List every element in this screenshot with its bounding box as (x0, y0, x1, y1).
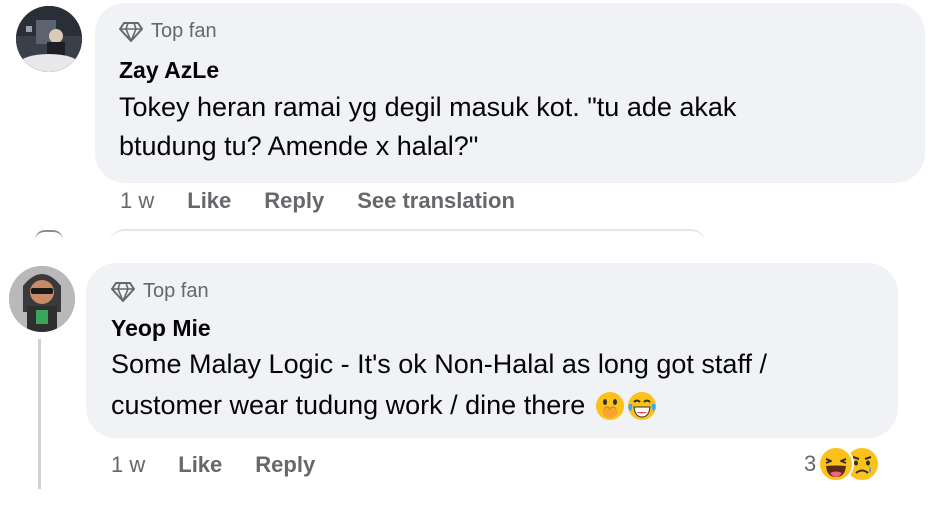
collapsed-avatar-edge (35, 230, 63, 240)
comment-actions: 1 w Like Reply See translation (120, 188, 515, 214)
comment-timestamp[interactable]: 1 w (111, 452, 145, 478)
like-button[interactable]: Like (178, 452, 222, 478)
reply-button[interactable]: Reply (264, 188, 324, 214)
avatar-image (16, 6, 82, 72)
comment-timestamp[interactable]: 1 w (120, 188, 154, 214)
face-with-tears-of-joy-emoji (627, 391, 657, 421)
top-fan-badge: Top fan (119, 20, 217, 43)
like-button[interactable]: Like (187, 188, 231, 214)
diamond-icon (119, 21, 143, 43)
comment-actions: 1 w Like Reply (111, 452, 315, 478)
badge-label: Top fan (143, 280, 209, 302)
reaction-summary[interactable]: 3 (804, 446, 881, 482)
diamond-icon (111, 281, 135, 303)
avatar-image (9, 266, 75, 332)
comment-author[interactable]: Zay AzLe (119, 57, 219, 84)
top-fan-badge: Top fan (111, 280, 209, 303)
face-with-hand-over-mouth-emoji (595, 391, 625, 421)
comment-text-line: Tokey heran ramai yg degil masuk kot. "t… (119, 92, 737, 122)
avatar[interactable] (9, 266, 75, 332)
reaction-count: 3 (804, 451, 817, 476)
comment-text-line: Some Malay Logic - It's ok Non-Halal as … (111, 349, 767, 379)
comment-author[interactable]: Yeop Mie (111, 315, 211, 342)
comment-text-line-with-emoji: customer wear tudung work / dine there (111, 386, 657, 425)
see-translation-button[interactable]: See translation (357, 188, 515, 214)
badge-label: Top fan (151, 20, 217, 42)
comment-text-line: btudung tu? Amende x halal?" (119, 131, 479, 161)
reply-button[interactable]: Reply (255, 452, 315, 478)
collapsed-bubble-edge (110, 229, 705, 243)
comment-text-line: customer wear tudung work / dine there (111, 390, 586, 420)
haha-reaction-icon (818, 446, 855, 482)
avatar[interactable] (16, 6, 82, 72)
thread-line (38, 339, 41, 489)
